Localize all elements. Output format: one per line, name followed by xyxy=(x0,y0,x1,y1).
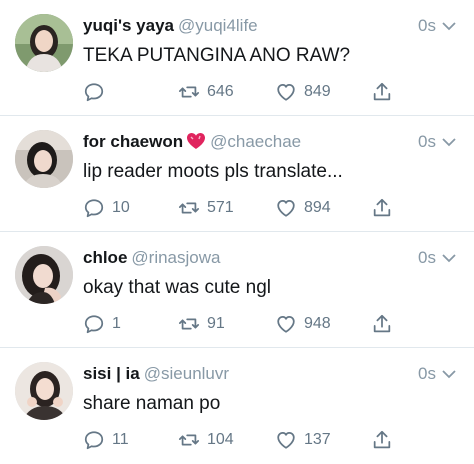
retweet-icon xyxy=(178,202,200,214)
share-icon xyxy=(373,314,391,333)
retweet-button[interactable]: 91 xyxy=(178,312,225,336)
tweet-item[interactable]: for chaewon @chaechae 0s lip reader moots… xyxy=(0,116,474,232)
reply-count: 11 xyxy=(112,431,129,448)
heart-emoji-icon xyxy=(186,132,206,157)
avatar[interactable] xyxy=(15,362,73,420)
display-name[interactable]: chloe xyxy=(83,248,127,267)
timestamp-menu[interactable]: 0s xyxy=(418,14,456,38)
avatar[interactable] xyxy=(15,130,73,188)
timestamp-menu[interactable]: 0s xyxy=(418,130,456,154)
chevron-down-icon[interactable] xyxy=(442,137,456,147)
like-button[interactable]: 137 xyxy=(275,428,331,452)
avatar[interactable] xyxy=(15,14,73,72)
timestamp: 0s xyxy=(418,364,436,383)
reply-icon xyxy=(84,315,104,334)
retweet-button[interactable]: 104 xyxy=(178,428,234,452)
like-icon xyxy=(277,431,295,449)
like-count: 948 xyxy=(304,315,331,332)
tweet-feed: yuqi's yaya @yuqi4life 0s TEKA PUTANGINA … xyxy=(0,0,474,462)
display-name[interactable]: yuqi's yaya xyxy=(83,16,174,35)
timestamp: 0s xyxy=(418,16,436,35)
share-button[interactable] xyxy=(371,428,393,452)
like-icon xyxy=(277,83,295,101)
share-button[interactable] xyxy=(371,312,393,336)
like-button[interactable]: 849 xyxy=(275,80,331,104)
reply-button[interactable] xyxy=(83,80,112,104)
retweet-icon xyxy=(178,86,200,98)
tweet-header: yuqi's yaya @yuqi4life xyxy=(83,14,474,38)
reply-count: 10 xyxy=(112,199,130,216)
tweet-text: okay that was cute ngl xyxy=(83,277,271,298)
retweet-count: 91 xyxy=(207,315,225,332)
avatar[interactable] xyxy=(15,246,73,304)
chevron-down-icon[interactable] xyxy=(442,253,456,263)
chevron-down-icon[interactable] xyxy=(442,21,456,31)
timestamp: 0s xyxy=(418,132,436,151)
share-icon xyxy=(373,198,391,217)
reply-button[interactable]: 11 xyxy=(83,428,129,452)
reply-icon xyxy=(84,431,104,450)
tweet-header: chloe @rinasjowa xyxy=(83,246,474,270)
retweet-icon xyxy=(178,318,200,330)
chevron-down-icon[interactable] xyxy=(442,369,456,379)
retweet-button[interactable]: 646 xyxy=(178,80,234,104)
timestamp: 0s xyxy=(418,248,436,267)
like-icon xyxy=(277,199,295,217)
share-button[interactable] xyxy=(371,80,393,104)
reply-button[interactable]: 1 xyxy=(83,312,121,336)
user-handle[interactable]: @rinasjowa xyxy=(131,248,220,267)
retweet-icon xyxy=(178,434,200,446)
tweet-header: sisi | ia @sieunluvr xyxy=(83,362,474,386)
user-handle[interactable]: @sieunluvr xyxy=(144,364,229,383)
like-count: 894 xyxy=(304,199,331,216)
tweet-text: TEKA PUTANGINA ANO RAW? xyxy=(83,45,351,66)
reply-count: 1 xyxy=(112,315,121,332)
like-button[interactable]: 894 xyxy=(275,196,331,220)
tweet-header: for chaewon @chaechae xyxy=(83,130,474,154)
like-button[interactable]: 948 xyxy=(275,312,331,336)
tweet-text: lip reader moots pls translate... xyxy=(83,161,343,182)
display-name[interactable]: sisi | ia xyxy=(83,364,140,383)
user-handle[interactable]: @yuqi4life xyxy=(178,16,258,35)
avatar-image xyxy=(15,14,73,72)
share-icon xyxy=(373,82,391,101)
tweet-actions: 11 104 137 xyxy=(83,428,454,452)
retweet-count: 646 xyxy=(207,83,234,100)
like-icon xyxy=(277,315,295,333)
avatar-image xyxy=(15,362,73,420)
timestamp-menu[interactable]: 0s xyxy=(418,362,456,386)
reply-button[interactable]: 10 xyxy=(83,196,130,220)
share-icon xyxy=(373,430,391,449)
share-button[interactable] xyxy=(371,196,393,220)
tweet-item[interactable]: chloe @rinasjowa 0s okay that was cute ng… xyxy=(0,232,474,348)
retweet-count: 104 xyxy=(207,431,234,448)
tweet-item[interactable]: yuqi's yaya @yuqi4life 0s TEKA PUTANGINA … xyxy=(0,0,474,116)
like-count: 137 xyxy=(304,431,331,448)
timestamp-menu[interactable]: 0s xyxy=(418,246,456,270)
tweet-actions: 646 849 xyxy=(83,80,454,104)
retweet-button[interactable]: 571 xyxy=(178,196,234,220)
tweet-actions: 10 571 894 xyxy=(83,196,454,220)
tweet-actions: 1 91 948 xyxy=(83,312,454,336)
display-name[interactable]: for chaewon xyxy=(83,132,183,151)
reply-icon xyxy=(84,83,104,102)
retweet-count: 571 xyxy=(207,199,234,216)
tweet-item[interactable]: sisi | ia @sieunluvr 0s share naman po 11… xyxy=(0,348,474,464)
like-count: 849 xyxy=(304,83,331,100)
avatar-image xyxy=(15,130,73,188)
avatar-image xyxy=(15,246,73,304)
reply-icon xyxy=(84,199,104,218)
user-handle[interactable]: @chaechae xyxy=(210,132,301,151)
tweet-text: share naman po xyxy=(83,393,221,414)
